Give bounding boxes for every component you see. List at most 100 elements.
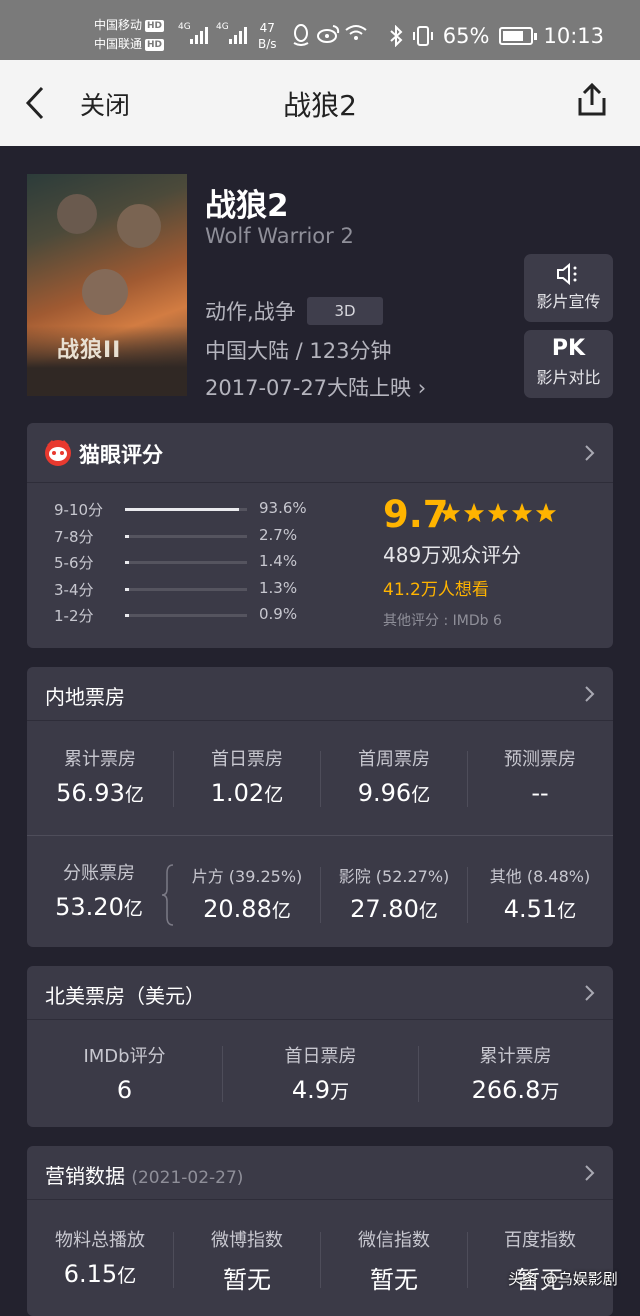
battery-percent: 65%	[442, 24, 490, 48]
stat-unit: 亿	[411, 784, 431, 806]
card-header[interactable]: 猫眼评分	[27, 423, 613, 483]
stat-unit: 亿	[557, 900, 577, 922]
rating-percent: 93.6%	[259, 499, 307, 517]
stat-value: 4.51	[503, 895, 558, 923]
total-box-office: 累计票房 56.93亿	[27, 745, 173, 807]
star-icon	[535, 502, 557, 523]
stat-label: IMDb评分	[83, 1046, 166, 1067]
release-date-link[interactable]: 2017-07-27大陆上映 ›	[205, 372, 426, 402]
clock: 10:13	[543, 24, 604, 48]
stat-label: 预测票房	[504, 749, 576, 770]
rating-bar-fill	[125, 587, 129, 591]
card-header[interactable]: 内地票房	[27, 667, 613, 721]
stat-value: 4.9	[291, 1076, 331, 1104]
stat-value: 20.88	[203, 895, 272, 923]
movie-genre: 动作,战争	[205, 300, 296, 324]
first-week-box-office: 首周票房 9.96亿	[321, 745, 467, 807]
network-type-1: 4G	[178, 22, 191, 32]
nav-bar: 关闭 战狼2	[0, 60, 640, 146]
rating-range-label: 5-6分	[54, 554, 94, 572]
north-america-box-office-card[interactable]: 北美票房（美元） IMDb评分 6 首日票房 4.9万 累计票房 266.8万	[27, 966, 613, 1127]
carrier-info: 中国移动 HD 中国联通 HD	[94, 16, 165, 54]
signal-icon	[190, 26, 208, 44]
stat-label: 物料总播放	[55, 1230, 145, 1251]
stat-label: 百度指数	[504, 1230, 576, 1251]
producer-share: 片方 (39.25%) 20.88亿	[174, 863, 320, 923]
hd-badge: HD	[145, 20, 165, 32]
rating-bar	[125, 508, 247, 511]
rating-percent: 1.3%	[259, 578, 298, 597]
card-header[interactable]: 营销数据 (2021-02-27)	[27, 1146, 613, 1200]
trailer-button[interactable]: 影片宣传	[524, 254, 613, 322]
stat-unit: 亿	[418, 900, 438, 922]
other-share: 其他 (8.48%) 4.51亿	[467, 863, 613, 923]
stat-value: 暂无	[223, 1266, 271, 1294]
rating-bar	[125, 561, 247, 564]
brace-icon	[161, 864, 174, 926]
chevron-right-icon	[585, 686, 595, 702]
movie-english-title: Wolf Warrior 2	[205, 224, 354, 248]
na-box-office-title: 北美票房（美元）	[45, 984, 205, 1008]
star-icon	[487, 502, 509, 523]
speaker-icon	[557, 262, 577, 286]
chevron-right-icon	[585, 445, 595, 461]
chevron-right-icon	[585, 1165, 595, 1181]
split-box-office: 分账票房 53.20亿	[27, 859, 171, 921]
rating-bar	[125, 587, 247, 591]
stat-value: 1.02	[210, 779, 265, 807]
stat-value: 9.96	[357, 779, 412, 807]
rating-bar-fill	[125, 508, 240, 511]
rating-range-label: 3-4分	[54, 580, 94, 599]
rating-bar	[125, 534, 247, 538]
stat-label: 影院 (52.27%)	[338, 867, 450, 886]
stat-unit: 万	[330, 1081, 350, 1103]
stat-value: 6	[116, 1076, 133, 1104]
battery-icon	[499, 27, 538, 45]
na-first-day: 首日票房 4.9万	[223, 1042, 418, 1104]
compare-button[interactable]: PK 影片对比	[524, 330, 613, 398]
stat-label: 分账票房	[63, 863, 135, 884]
mainland-box-office-card[interactable]: 内地票房 累计票房 56.93亿 首日票房 1.02亿 首周票房 9.96亿 预测票房…	[27, 667, 613, 947]
poster-logo: 战狼II	[57, 338, 122, 363]
rating-range-label: 1-2分	[54, 607, 94, 625]
stat-label: 微博指数	[211, 1230, 283, 1251]
rating-bar	[125, 614, 247, 617]
maoyan-rating-card[interactable]: 猫眼评分 9-10分 93.6% 7-8分 2.7% 5-6分 1.4% 3-4分 1.3% 1…	[27, 423, 613, 648]
card-header[interactable]: 北美票房（美元）	[27, 966, 613, 1020]
carrier-2: 中国联通	[94, 37, 143, 51]
stat-value: 53.20	[55, 893, 124, 921]
first-day-box-office: 首日票房 1.02亿	[174, 745, 320, 807]
rating-bar-fill	[125, 534, 129, 538]
cinema-share: 影院 (52.27%) 27.80亿	[321, 863, 467, 923]
weibo-index: 微博指数 暂无	[174, 1226, 320, 1295]
network-speed: 47 B/s	[258, 20, 277, 52]
network-type-2: 4G	[216, 22, 229, 32]
wifi-icon	[345, 25, 367, 40]
stat-label: 首日票房	[284, 1046, 357, 1067]
movie-poster[interactable]: 战狼II	[27, 174, 187, 396]
mainland-box-office-title: 内地票房	[45, 685, 125, 709]
trailer-label: 影片宣传	[536, 292, 601, 311]
marketing-title: 营销数据 (2021-02-27)	[45, 1160, 243, 1189]
pk-icon: PK	[551, 336, 586, 361]
bluetooth-icon	[390, 25, 403, 47]
qq-icon	[293, 24, 309, 46]
carrier-1: 中国移动	[94, 18, 143, 32]
stat-value: 266.8	[471, 1076, 541, 1104]
rating-bar-fill	[125, 614, 129, 617]
marketing-data-card[interactable]: 营销数据 (2021-02-27) 物料总播放 6.15亿 微博指数 暂无 微信指数…	[27, 1146, 613, 1316]
stat-label: 首日票房	[211, 749, 283, 770]
rating-viewers: 489万观众评分	[383, 543, 522, 567]
marketing-date: (2021-02-27)	[131, 1168, 244, 1188]
wechat-index: 微信指数 暂无	[321, 1226, 467, 1295]
stat-value: 6.15	[63, 1260, 118, 1288]
stat-unit: 万	[540, 1081, 560, 1103]
speed-unit: B/s	[258, 37, 277, 51]
stat-label: 首周票房	[358, 749, 430, 770]
stat-label: 片方 (39.25%)	[191, 867, 303, 886]
share-icon[interactable]	[574, 82, 610, 118]
other-rating: 其他评分 : IMDb 6	[383, 613, 502, 629]
watermark: 头条 @乌娱影剧	[508, 1270, 618, 1288]
material-plays: 物料总播放 6.15亿	[27, 1226, 173, 1288]
hd-badge: HD	[145, 39, 165, 51]
